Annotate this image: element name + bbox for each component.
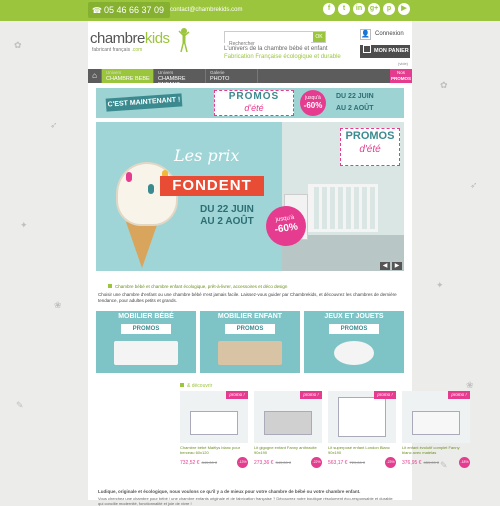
twitter-icon[interactable]: t <box>338 3 350 15</box>
cart-button[interactable]: MON PANIER <box>360 45 410 58</box>
furniture-image <box>218 341 282 365</box>
nav-item-promos[interactable]: Nos PROMOS <box>390 69 412 83</box>
ice-cream-cone <box>126 222 158 268</box>
products-section-title: & découvrir <box>180 383 212 389</box>
doodle-icon: ✿ <box>14 40 22 50</box>
bullet-icon <box>108 284 112 288</box>
banner-promos-box: PROMOS d'été <box>214 90 294 116</box>
sprinkle <box>126 172 132 182</box>
promo-badge: promo ! <box>448 391 470 399</box>
phone-icon: ☎ <box>92 6 102 15</box>
discount-badge: -13% <box>237 457 248 468</box>
banner-discount-badge: jusqu'à -60% <box>300 90 326 116</box>
linkedin-icon[interactable]: in <box>353 3 365 15</box>
search-box: OK <box>224 31 326 49</box>
category-tiles: MOBILIER BÉBÉ PROMOS MOBILIER ENFANT PRO… <box>96 311 404 373</box>
product-name[interactable]: Chambre bébé Maëlys blanc pour berceau 6… <box>180 445 248 456</box>
site-logo[interactable]: chambrekids fabricant français .com <box>90 28 190 63</box>
discount-badge: -18% <box>459 457 470 468</box>
main-nav: ⌂ Univers CHAMBRE BEBE Univers CHAMBRE E… <box>88 69 412 88</box>
doodle-icon: ✎ <box>16 400 24 410</box>
home-icon[interactable]: ⌂ <box>88 69 102 83</box>
pinterest-icon[interactable]: p <box>383 3 395 15</box>
nav-item-galerie-photo[interactable]: Galerie PHOTO <box>206 69 258 83</box>
banner-dates: DU 22 JUIN AU 2 AOÛT <box>336 93 374 112</box>
banner-now-label: C'EST MAINTENANT ! <box>105 93 183 112</box>
page-container: chambrekids fabricant français .com OK L… <box>88 21 470 506</box>
promo-badge: promo ! <box>374 391 396 399</box>
slider-prev-button[interactable]: ◀ <box>380 262 390 270</box>
toy-image <box>334 341 374 365</box>
intro-heading: Chambre bébé et chambre enfant écologiqu… <box>108 284 287 289</box>
category-tile-mobilier-bebe[interactable]: MOBILIER BÉBÉ PROMOS <box>96 311 196 373</box>
tagline-secondary: Fabrication Française écologique et dura… <box>224 54 341 60</box>
slider-promos-box: PROMOS d'été <box>340 128 400 166</box>
facebook-icon[interactable]: f <box>323 3 335 15</box>
hero-slider[interactable]: Les prix FONDENT DU 22 JUIN AU 2 AOÛT PR… <box>96 122 404 271</box>
slider-dates: DU 22 JUIN AU 2 AOÛT <box>200 204 254 227</box>
doodle-icon: ❀ <box>54 300 62 310</box>
slider-next-button[interactable]: ▶ <box>392 262 402 270</box>
slider-title: Les prix <box>174 146 240 165</box>
doodle-icon: ✿ <box>440 80 448 90</box>
doodle-icon: ✦ <box>20 220 28 230</box>
user-icon: 👤 <box>360 29 371 40</box>
category-tile-jeux-jouets[interactable]: JEUX ET JOUETS PROMOS <box>304 311 404 373</box>
product-card[interactable]: promo ! Lit gigogne enfant Fanny anthrac… <box>254 391 322 483</box>
outro-heading: Ludique, originale et écologique, nous v… <box>98 489 361 494</box>
cart-status: (vide) <box>398 61 409 66</box>
doodle-icon: ✦ <box>436 280 444 290</box>
product-card[interactable]: promo ! Lit enfant évolutif complet Fann… <box>402 391 470 483</box>
social-links: f t in g+ p ▶ <box>323 3 410 15</box>
product-name[interactable]: Lit gigogne enfant Fanny anthracite 90x1… <box>254 445 322 456</box>
furniture-image <box>114 341 178 365</box>
product-name[interactable]: Lit enfant évolutif complet Fanny blanc … <box>402 445 470 456</box>
discount-badge: -23% <box>385 457 396 468</box>
promo-banner[interactable]: C'EST MAINTENANT ! PROMOS d'été jusqu'à … <box>96 88 404 118</box>
product-card[interactable]: promo ! Lit superposé enfant London Blan… <box>328 391 396 483</box>
kid-mascot-icon <box>178 28 190 53</box>
product-card[interactable]: promo ! Chambre bébé Maëlys blanc pour b… <box>180 391 248 483</box>
search-button[interactable]: OK <box>313 32 325 42</box>
outro-text: Vous cherchez une chambre pour bébé / un… <box>98 496 393 506</box>
intro-text: Choisir une chambre d'enfant ou une cham… <box>98 292 397 303</box>
product-grid: promo ! Chambre bébé Maëlys blanc pour b… <box>96 391 470 483</box>
sprinkle <box>148 184 154 194</box>
youtube-icon[interactable]: ▶ <box>398 3 410 15</box>
cart-icon <box>363 45 371 53</box>
google-plus-icon[interactable]: g+ <box>368 3 380 15</box>
promo-badge: promo ! <box>300 391 322 399</box>
tagline: L'univers de la chambre bébé et enfant <box>224 46 328 52</box>
doodle-icon: ➶ <box>470 180 478 190</box>
nav-item-chambre-bebe[interactable]: Univers CHAMBRE BEBE <box>102 69 154 83</box>
product-name[interactable]: Lit superposé enfant London Blanc 90x190 <box>328 445 396 456</box>
top-bar: ☎ 05 46 66 37 09 contact@chambrekids.com … <box>0 0 500 21</box>
discount-badge: -22% <box>311 457 322 468</box>
slider-ribbon: FONDENT <box>160 176 264 196</box>
promo-badge: promo ! <box>226 391 248 399</box>
site-header: chambrekids fabricant français .com OK L… <box>88 21 412 69</box>
nav-item-chambre-enfant[interactable]: Univers CHAMBRE ENFANT <box>154 69 206 88</box>
account-link[interactable]: 👤 Connexion <box>360 29 410 43</box>
email-link[interactable]: contact@chambrekids.com <box>170 4 242 16</box>
phone-number[interactable]: ☎ 05 46 66 37 09 <box>88 2 171 18</box>
doodle-icon: ❀ <box>466 380 474 390</box>
crib-image <box>308 184 378 232</box>
doodle-icon: ➶ <box>50 120 58 130</box>
category-tile-mobilier-enfant[interactable]: MOBILIER ENFANT PROMOS <box>200 311 300 373</box>
